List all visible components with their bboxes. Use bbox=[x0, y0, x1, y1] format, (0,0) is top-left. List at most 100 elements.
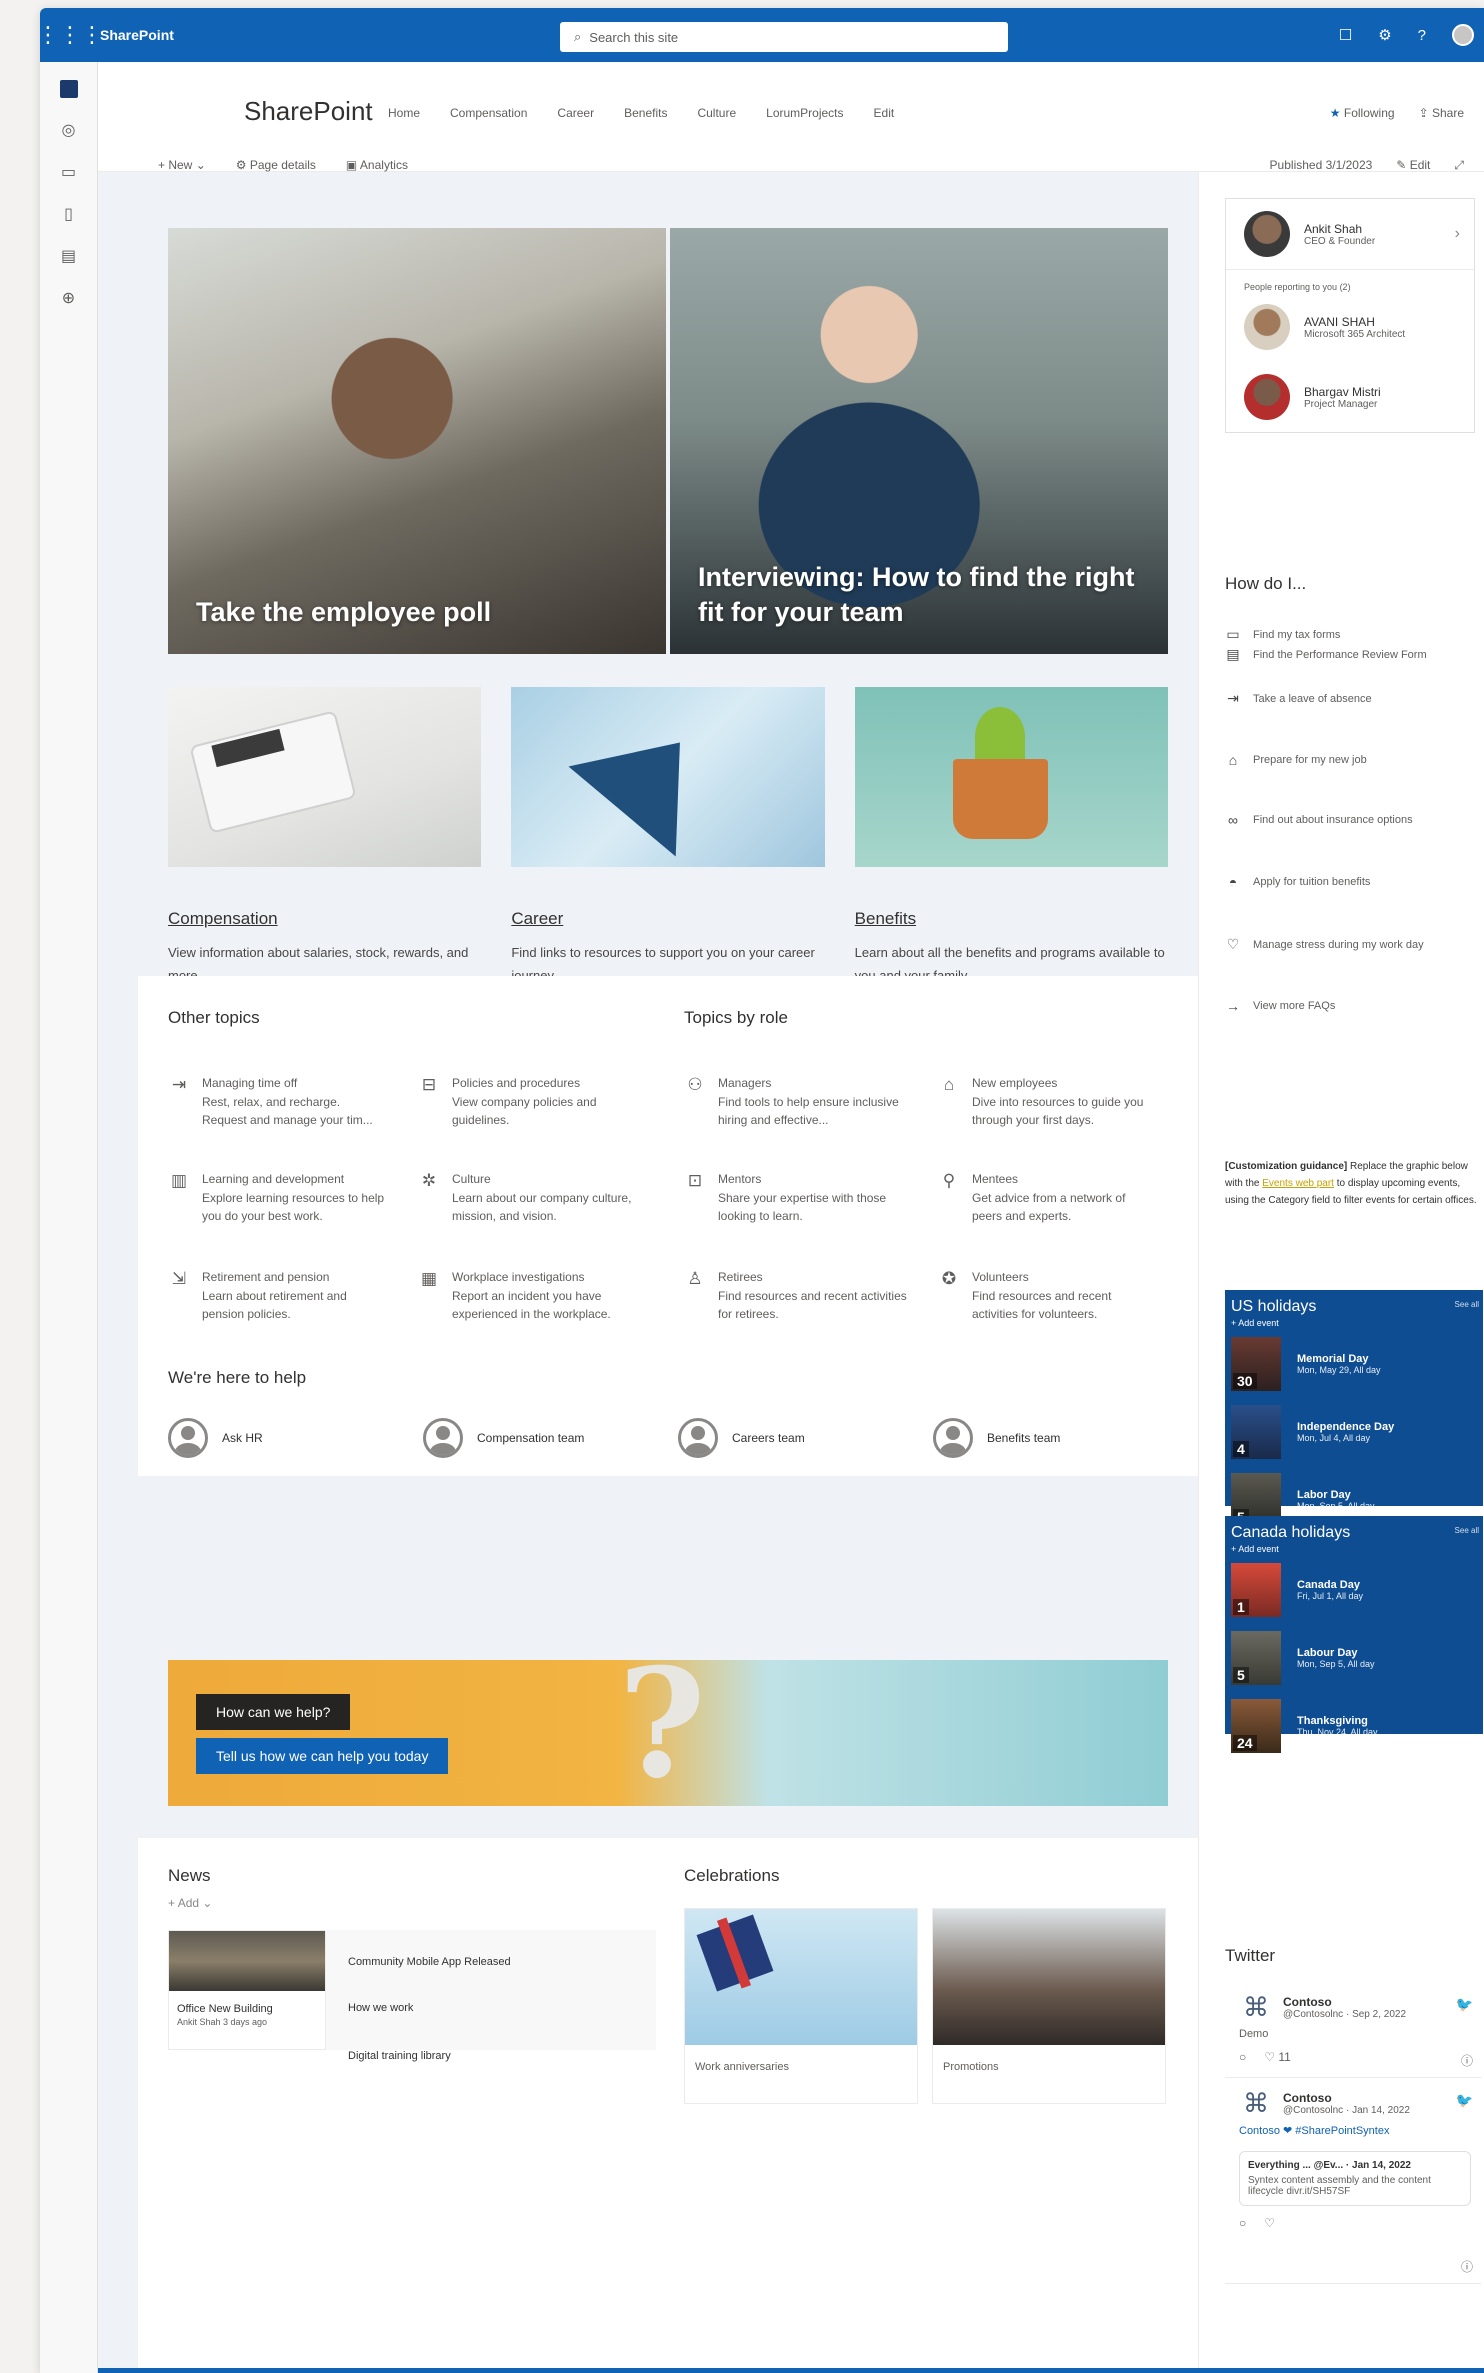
nav-benefits[interactable]: Benefits bbox=[624, 106, 667, 120]
tweet-handle: @Contosolnc · Sep 2, 2022 bbox=[1283, 2008, 1407, 2020]
edit-button[interactable]: ✎ Edit bbox=[1396, 158, 1430, 173]
page-details-button[interactable]: ⚙ Page details bbox=[236, 158, 316, 172]
list-icon[interactable]: ▤ bbox=[61, 246, 76, 266]
card-title-compensation[interactable]: Compensation bbox=[168, 909, 481, 929]
nav-lorumprojects[interactable]: LorumProjects bbox=[766, 106, 843, 120]
chevron-right-icon[interactable]: › bbox=[1455, 225, 1460, 243]
globe-icon[interactable]: ◎ bbox=[62, 120, 76, 140]
topic-policies[interactable]: ⊟ Policies and procedures View company po… bbox=[418, 1074, 638, 1130]
topic-volunteers[interactable]: ✪ Volunteers Find resources and recent ac… bbox=[938, 1268, 1148, 1324]
nav-culture[interactable]: Culture bbox=[697, 106, 736, 120]
reply-icon[interactable]: ○ bbox=[1239, 2216, 1246, 2230]
nav-career[interactable]: Career bbox=[557, 106, 594, 120]
celebration-card-anniversaries[interactable]: Work anniversaries bbox=[684, 1908, 918, 2104]
celebration-card-promotions[interactable]: Promotions bbox=[932, 1908, 1166, 2104]
news-icon[interactable]: ▭ bbox=[61, 162, 76, 182]
settings-icon[interactable]: ⚙ bbox=[1378, 26, 1391, 44]
following-button[interactable]: ★ Following bbox=[1330, 106, 1395, 120]
add-event-button[interactable]: + Add event bbox=[1225, 1542, 1483, 1556]
how-can-we-help-button[interactable]: How can we help? bbox=[196, 1694, 351, 1730]
sharepoint-window: ⋮⋮⋮ SharePoint ⌕ Search this site ☐ ⚙ ? … bbox=[40, 8, 1484, 2373]
topic-managers[interactable]: ⚇ Managers Find tools to help ensure incl… bbox=[684, 1074, 914, 1130]
new-button[interactable]: + New ⌄ bbox=[158, 158, 206, 172]
topic-retirement[interactable]: ⇲ Retirement and pension Learn about reti… bbox=[168, 1268, 388, 1324]
help-icon[interactable]: ? bbox=[1418, 27, 1426, 44]
event-row[interactable]: 24 Thanksgiving Thu, Nov 24, All day bbox=[1225, 1692, 1483, 1760]
following-label: Following bbox=[1343, 106, 1395, 120]
howdo-item[interactable]: ♡ Manage stress during my work day bbox=[1225, 936, 1424, 953]
topic-mentees[interactable]: ⚲ Mentees Get advice from a network of pe… bbox=[938, 1170, 1148, 1226]
user-avatar[interactable] bbox=[1452, 24, 1474, 46]
news-link[interactable]: Community Mobile App Released bbox=[348, 1956, 511, 1968]
howdo-item[interactable]: ▭ Find my tax forms bbox=[1225, 626, 1340, 643]
site-logo-icon[interactable] bbox=[59, 80, 78, 98]
event-row[interactable]: 5 Labour Day Mon, Sep 5, All day bbox=[1225, 1624, 1483, 1692]
tweet[interactable]: ⌘ Contoso @Contosolnc · Jan 14, 2022 🐦 Co… bbox=[1225, 2088, 1481, 2284]
hero-tile-poll[interactable]: Take the employee poll bbox=[168, 228, 666, 654]
document-icon[interactable]: ▯ bbox=[64, 204, 73, 224]
card-title-career[interactable]: Career bbox=[511, 909, 824, 929]
card-image-career bbox=[511, 687, 825, 867]
customization-guidance: [Customization guidance] Replace the gra… bbox=[1225, 1158, 1481, 1209]
guidance-link[interactable]: Events web part bbox=[1262, 1178, 1334, 1189]
share-button[interactable]: ⇪ Share bbox=[1419, 106, 1464, 120]
howdo-item[interactable]: ⌂ Prepare for my new job bbox=[1225, 752, 1367, 768]
policy-icon: ⊟ bbox=[421, 1075, 437, 1094]
report-row[interactable]: Bhargav Mistri Project Manager bbox=[1226, 362, 1474, 432]
event-row[interactable]: 1 Canada Day Fri, Jul 1, All day bbox=[1225, 1556, 1483, 1624]
card-benefits[interactable]: Benefits Learn about all the benefits an… bbox=[854, 687, 1168, 988]
hero-tile-interviewing[interactable]: Interviewing: How to find the right fit … bbox=[670, 228, 1168, 654]
contact-careers[interactable]: Careers team bbox=[678, 1418, 933, 1458]
site-title[interactable]: SharePoint bbox=[244, 96, 373, 127]
contact-benefits[interactable]: Benefits team bbox=[933, 1418, 1188, 1458]
topic-managing-time-off[interactable]: ⇥ Managing time off Rest, relax, and rech… bbox=[168, 1074, 388, 1130]
card-compensation[interactable]: Compensation View information about sala… bbox=[168, 687, 482, 988]
quoted-tweet[interactable]: Everything ... @Ev... · Jan 14, 2022 Syn… bbox=[1239, 2151, 1471, 2206]
add-icon[interactable]: ⊕ bbox=[62, 288, 75, 308]
topic-retirees[interactable]: ♙ Retirees Find resources and recent acti… bbox=[684, 1268, 914, 1324]
tweet[interactable]: ⌘ Contoso @Contosolnc · Sep 2, 2022 🐦 Dem… bbox=[1225, 1992, 1481, 2078]
contact-ask-hr[interactable]: Ask HR bbox=[168, 1418, 423, 1458]
tell-us-button[interactable]: Tell us how we can help you today bbox=[196, 1738, 449, 1774]
like-icon[interactable]: ♡ bbox=[1264, 2216, 1275, 2230]
nav-edit[interactable]: Edit bbox=[874, 106, 895, 120]
analytics-button[interactable]: ▣ Analytics bbox=[346, 158, 408, 172]
contact-compensation[interactable]: Compensation team bbox=[423, 1418, 678, 1458]
event-row[interactable]: 30 Memorial Day Mon, May 29, All day bbox=[1225, 1330, 1483, 1398]
nav-home[interactable]: Home bbox=[388, 106, 420, 120]
search-box[interactable]: ⌕ Search this site bbox=[560, 22, 1008, 52]
reply-icon[interactable]: ○ bbox=[1239, 2050, 1246, 2064]
topic-new-employees[interactable]: ⌂ New employees Dive into resources to gu… bbox=[938, 1074, 1148, 1130]
info-icon[interactable]: ⓘ bbox=[1461, 2052, 1473, 2069]
chat-icon[interactable]: ☐ bbox=[1339, 26, 1352, 44]
report-row[interactable]: AVANI SHAH Microsoft 365 Architect bbox=[1226, 292, 1474, 362]
like-button[interactable]: ♡ 11 bbox=[1264, 2050, 1291, 2064]
expand-icon[interactable]: ⤢ bbox=[1454, 158, 1464, 173]
info-icon[interactable]: ⓘ bbox=[1461, 2258, 1473, 2275]
news-link[interactable]: Digital training library bbox=[348, 2050, 451, 2062]
topic-mentors[interactable]: ⊡ Mentors Share your expertise with those… bbox=[684, 1170, 914, 1226]
person-icon bbox=[678, 1418, 718, 1458]
card-title-benefits[interactable]: Benefits bbox=[855, 909, 1168, 929]
app-launcher-icon[interactable]: ⋮⋮⋮ bbox=[40, 8, 103, 62]
view-more-faqs[interactable]: → View more FAQs bbox=[1225, 998, 1335, 1014]
see-all-link[interactable]: See all bbox=[1455, 1300, 1479, 1309]
topic-culture[interactable]: ✲ Culture Learn about our company culture… bbox=[418, 1170, 638, 1226]
celebrations-heading: Celebrations bbox=[684, 1866, 780, 1885]
topic-learning[interactable]: ▥ Learning and development Explore learni… bbox=[168, 1170, 388, 1226]
manager-row[interactable]: Ankit Shah CEO & Founder › bbox=[1226, 199, 1474, 270]
howdo-item[interactable]: ⇥ Take a leave of absence bbox=[1225, 690, 1372, 707]
topic-investigations[interactable]: ▦ Workplace investigations Report an inci… bbox=[418, 1268, 638, 1324]
news-featured[interactable]: Office New Building Ankit Shah 3 days ag… bbox=[168, 1930, 326, 2050]
see-all-link[interactable]: See all bbox=[1455, 1526, 1479, 1535]
nav-compensation[interactable]: Compensation bbox=[450, 106, 527, 120]
howdo-item[interactable]: ∞ Find out about insurance options bbox=[1225, 812, 1413, 828]
card-career[interactable]: Career Find links to resources to suppor… bbox=[511, 687, 825, 988]
news-add-button[interactable]: + Add ⌄ bbox=[168, 1896, 212, 1910]
add-event-button[interactable]: + Add event bbox=[1225, 1316, 1483, 1330]
news-link[interactable]: How we work bbox=[348, 2002, 413, 2014]
event-row[interactable]: 4 Independence Day Mon, Jul 4, All day bbox=[1225, 1398, 1483, 1466]
howdo-item[interactable]: ▤ Find the Performance Review Form bbox=[1225, 646, 1426, 663]
app-name[interactable]: SharePoint bbox=[100, 27, 174, 43]
howdo-item[interactable]: ◓ Apply for tuition benefits bbox=[1225, 874, 1371, 890]
